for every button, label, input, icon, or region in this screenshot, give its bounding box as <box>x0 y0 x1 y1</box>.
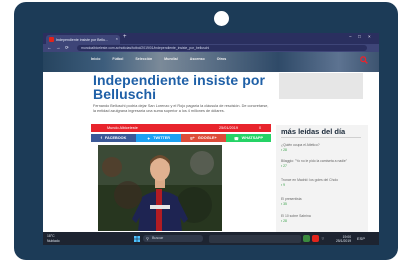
close-window-button[interactable]: × <box>368 34 371 39</box>
back-button[interactable]: ← <box>47 45 52 50</box>
google-plus-icon: g+ <box>190 136 195 140</box>
screen: Independiente insiste por Bellu... × + −… <box>43 33 379 245</box>
facebook-icon: f <box>100 136 102 140</box>
nav-item-mundial[interactable]: Mundial <box>164 57 178 61</box>
forward-button[interactable]: → <box>56 45 61 50</box>
site-header <box>43 52 379 72</box>
most-read-title: Bilaggio: "Yo no le pido la camiseta a n… <box>281 159 347 163</box>
sidebar-divider <box>281 137 361 138</box>
nav-item-otros[interactable]: Otros <box>217 57 227 61</box>
tab-close-icon[interactable]: × <box>116 36 118 41</box>
article-photo <box>98 145 222 231</box>
app-icon[interactable] <box>303 235 310 242</box>
new-tab-button[interactable]: + <box>123 34 127 40</box>
browser-tab-bar: Independiente insiste por Bellu... × + −… <box>43 33 379 44</box>
favicon-icon <box>49 37 54 42</box>
taskbar-search[interactable]: ⚲ Buscar <box>143 235 203 242</box>
nav-item-inicio[interactable]: Inicio <box>91 57 100 61</box>
most-read-title: ¿Quién ocupa el Atletico? <box>281 143 320 147</box>
date: 25/1/2019 <box>336 239 352 243</box>
article-author: Mundo Albiceleste <box>107 125 138 130</box>
share-label: TWITTER <box>153 136 171 140</box>
ad-placeholder <box>279 73 363 99</box>
most-read-title: El 10 sobre Sabrina <box>281 214 311 218</box>
url-input[interactable]: mundoalbiceleste.com.ar/noticias/futbol/… <box>77 45 367 51</box>
sidebar-title: más leídas del día <box>281 127 346 136</box>
camera-icon <box>214 11 229 26</box>
most-read-item[interactable]: Bilaggio: "Yo no le pido la camiseta a n… <box>281 159 365 168</box>
share-label: WHATSAPP <box>241 136 264 140</box>
comment-count: ▪ 28 <box>281 219 287 223</box>
windows-start-icon[interactable] <box>134 236 140 242</box>
share-facebook-button[interactable]: f FACEBOOK <box>91 134 136 142</box>
article-lead: Fernando Belluschi podría dejar San Lore… <box>93 104 269 113</box>
whatsapp-icon: ☎ <box>233 136 239 141</box>
reload-button[interactable]: ⟳ <box>65 45 69 51</box>
share-whatsapp-button[interactable]: ☎ WHATSAPP <box>226 134 271 142</box>
taskbar-apps <box>209 235 301 243</box>
comment-count: ▪ 35 <box>281 202 287 206</box>
comment-count: ▪ 9 <box>281 183 286 187</box>
language-indicator[interactable]: ESP <box>357 236 365 241</box>
most-read-item[interactable]: El 10 sobre Sabrina ▪ 28 <box>281 214 365 223</box>
wifi-icon[interactable]: ⌔ <box>321 236 325 242</box>
comment-count: ▪ 27 <box>281 164 287 168</box>
site-nav: Inicio Fútbol Selección Mundial Ascenso … <box>91 57 226 61</box>
share-twitter-button[interactable]: ✦ TWITTER <box>136 134 181 142</box>
comment-count: 0 <box>259 125 262 130</box>
most-read-title: El presentista <box>281 197 302 201</box>
app-icon[interactable] <box>312 235 319 242</box>
share-label: FACEBOOK <box>104 136 127 140</box>
taskbar: 18°C Nublado ⚲ Buscar ⌔ 19:00 25/1/2019 … <box>43 232 379 245</box>
weather-widget[interactable]: 18°C Nublado <box>47 234 60 243</box>
share-google-plus-button[interactable]: g+ GOOGLE+ <box>181 134 226 142</box>
most-read-item[interactable]: Tronce en Madrid: los goles del Cholo ▪ … <box>281 178 365 187</box>
article-title: Independiente insiste por Belluschi <box>93 72 266 102</box>
address-bar: ← → ⟳ mundoalbiceleste.com.ar/noticias/f… <box>43 44 379 52</box>
article-date: 25/01/2019 <box>219 125 239 130</box>
most-read-item[interactable]: El presentista ▪ 35 <box>281 197 365 206</box>
comment-count: ▪ 28 <box>281 148 287 152</box>
twitter-icon: ✦ <box>146 136 151 141</box>
share-label: GOOGLE+ <box>197 136 217 140</box>
nav-item-seleccion[interactable]: Selección <box>135 57 152 61</box>
nav-item-ascenso[interactable]: Ascenso <box>190 57 205 61</box>
search-icon: ⚲ <box>146 236 149 241</box>
article-meta-bar: Mundo Albiceleste 25/01/2019 0 <box>91 124 271 132</box>
search-icon[interactable] <box>360 56 368 64</box>
most-read-sidebar: más leídas del día ¿Quién ocupa el Atlet… <box>276 125 368 240</box>
most-read-title: Tronce en Madrid: los goles del Cholo <box>281 178 338 182</box>
tab-title: Independiente insiste por Bellu... <box>56 37 109 42</box>
maximize-button[interactable]: □ <box>358 34 361 39</box>
clock[interactable]: 19:00 25/1/2019 <box>336 235 351 243</box>
search-label: Buscar <box>152 236 164 240</box>
weather-text: Nublado <box>47 238 60 243</box>
minimize-button[interactable]: − <box>349 34 352 39</box>
browser-tab[interactable]: Independiente insiste por Bellu... × <box>46 35 120 44</box>
most-read-item[interactable]: ¿Quién ocupa el Atletico? ▪ 28 <box>281 143 365 152</box>
nav-item-futbol[interactable]: Fútbol <box>112 57 123 61</box>
